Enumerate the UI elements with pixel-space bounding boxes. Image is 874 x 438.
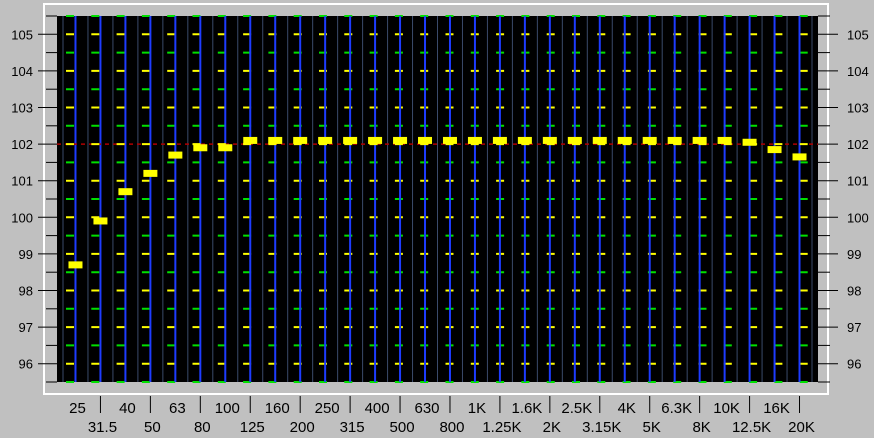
data-marker	[68, 261, 83, 269]
data-marker	[442, 136, 457, 144]
x-tick-label: 80	[194, 419, 211, 436]
x-tick-label: 500	[390, 419, 415, 436]
y-tick-label-left: 97	[19, 320, 33, 335]
x-tick-label: 800	[439, 419, 464, 436]
data-marker	[293, 136, 308, 144]
data-marker	[667, 136, 682, 144]
y-tick-label-right: 98	[847, 284, 861, 299]
x-tick-label: 100	[215, 400, 240, 417]
y-tick-label-right: 101	[847, 174, 869, 189]
y-tick-label-right: 97	[847, 320, 861, 335]
y-tick-label-left: 104	[11, 64, 33, 79]
data-marker	[118, 188, 133, 196]
y-tick-label-right: 99	[847, 247, 861, 262]
y-tick-label-left: 103	[11, 101, 33, 116]
data-marker	[343, 136, 358, 144]
y-tick-label-left: 98	[19, 284, 33, 299]
data-marker	[717, 136, 732, 144]
data-marker	[418, 136, 433, 144]
x-tick-label: 2K	[543, 419, 561, 436]
data-marker	[642, 136, 657, 144]
y-tick-label-right: 102	[847, 137, 869, 152]
x-tick-label: 50	[144, 419, 161, 436]
data-marker	[393, 136, 408, 144]
y-tick-label-left: 101	[11, 174, 33, 189]
data-marker	[368, 136, 383, 144]
data-marker	[168, 151, 183, 159]
x-tick-label: 5K	[643, 419, 661, 436]
x-tick-label: 4K	[618, 400, 636, 417]
data-marker	[143, 169, 158, 177]
spectrum-chart: 96 97 98 99 100 101 102 103 104 105 96 97 98 99 100 10…	[0, 0, 874, 438]
y-tick-label-right: 104	[847, 64, 869, 79]
x-tick-label: 12.5K	[732, 419, 771, 436]
x-tick-label: 250	[315, 400, 340, 417]
data-marker	[792, 153, 807, 161]
x-tick-label: 125	[240, 419, 265, 436]
x-tick-label: 160	[265, 400, 290, 417]
x-tick-label: 25	[69, 400, 86, 417]
data-marker	[318, 136, 333, 144]
data-marker	[742, 138, 757, 146]
data-marker	[93, 217, 108, 225]
x-tick-label: 1.6K	[511, 400, 542, 417]
data-marker	[243, 136, 258, 144]
band-lines	[62, 16, 813, 382]
x-tick-label: 1K	[468, 400, 486, 417]
x-tick-label: 2.5K	[561, 400, 592, 417]
x-tick-label: 20K	[788, 419, 815, 436]
x-tick-label: 40	[119, 400, 136, 417]
y-tick-label-left: 105	[11, 27, 33, 42]
y-tick-label-left: 99	[19, 247, 33, 262]
x-tick-label: 10K	[713, 400, 740, 417]
data-marker	[193, 144, 208, 152]
data-marker	[592, 136, 607, 144]
y-tick-label-right: 103	[847, 101, 869, 116]
x-tick-label: 200	[290, 419, 315, 436]
data-marker	[567, 136, 582, 144]
x-tick-label: 315	[340, 419, 365, 436]
x-tick-label: 400	[365, 400, 390, 417]
y-tick-label-right: 105	[847, 27, 869, 42]
x-tick-label: 63	[169, 400, 186, 417]
data-marker	[492, 136, 507, 144]
y-tick-label-left: 96	[19, 357, 33, 372]
data-marker	[268, 136, 283, 144]
x-tick-label: 1.25K	[482, 419, 521, 436]
x-tick-label: 31.5	[88, 419, 117, 436]
y-tick-label-left: 102	[11, 137, 33, 152]
x-tick-label: 630	[415, 400, 440, 417]
data-marker	[767, 146, 782, 154]
data-marker	[218, 144, 233, 152]
data-marker	[692, 136, 707, 144]
x-tick-label: 3.15K	[582, 419, 621, 436]
y-tick-label-left: 100	[11, 210, 33, 225]
y-tick-label-right: 96	[847, 357, 861, 372]
x-tick-label: 6.3K	[661, 400, 692, 417]
x-tick-label: 16K	[763, 400, 790, 417]
x-tick-label: 8K	[692, 419, 710, 436]
data-marker	[517, 136, 532, 144]
data-marker	[542, 136, 557, 144]
y-tick-label-right: 100	[847, 210, 869, 225]
data-marker	[467, 136, 482, 144]
data-marker	[617, 136, 632, 144]
